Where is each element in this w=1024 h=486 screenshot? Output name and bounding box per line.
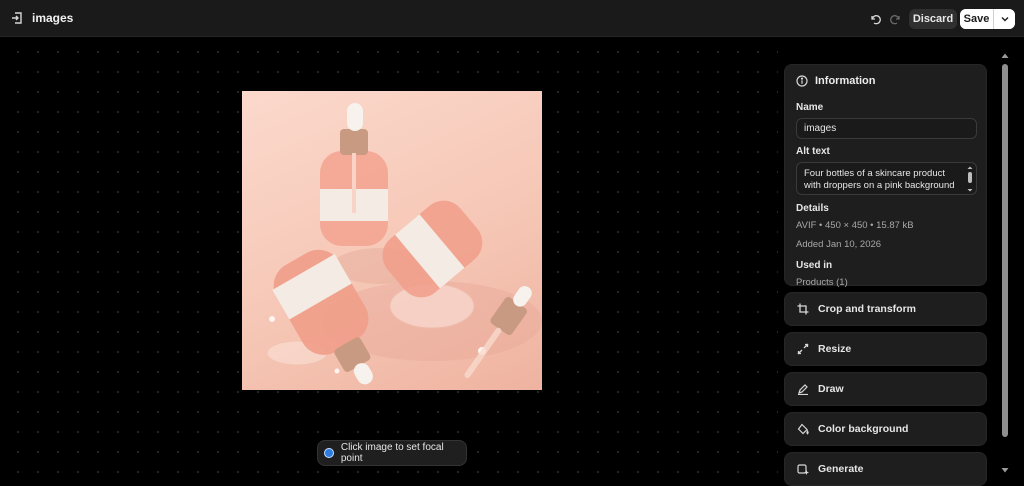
discard-button[interactable]: Discard <box>909 9 957 29</box>
information-header[interactable]: Information <box>796 75 975 87</box>
focal-point-hint[interactable]: Click image to set focal point <box>317 440 467 466</box>
skincare-bottles-illustration <box>266 103 542 385</box>
save-button[interactable]: Save <box>960 9 994 29</box>
information-heading: Information <box>815 75 876 87</box>
save-button-group: Save <box>960 9 1015 29</box>
alt-text-input[interactable]: Four bottles of a skincare product with … <box>796 162 977 195</box>
tool-label: Draw <box>818 383 844 395</box>
tool-label: Generate <box>818 463 864 475</box>
page-title: images <box>32 11 74 25</box>
alt-text-scrollbar[interactable] <box>967 166 973 192</box>
used-in-value: Products (1) <box>796 277 848 288</box>
redo-icon <box>890 13 902 25</box>
side-panel: Information Name Alt text Four bottles o… <box>784 64 987 486</box>
chevron-down-icon <box>1000 14 1010 24</box>
tool-color-background[interactable]: Color background <box>784 412 987 446</box>
exit-button[interactable] <box>8 9 26 27</box>
exit-icon <box>10 11 24 25</box>
product-image[interactable] <box>242 91 542 390</box>
tool-generate[interactable]: Generate <box>784 452 987 486</box>
scroll-down-arrow-icon[interactable] <box>1001 466 1009 474</box>
details-label: Details <box>796 203 829 214</box>
tool-crop-and-transform[interactable]: Crop and transform <box>784 292 987 326</box>
crop-icon <box>797 303 809 315</box>
added-date: Added Jan 10, 2026 <box>796 239 882 250</box>
save-options-button[interactable] <box>994 9 1015 29</box>
tool-draw[interactable]: Draw <box>784 372 987 406</box>
tool-label: Resize <box>818 343 852 355</box>
scroll-thumb[interactable] <box>1002 64 1008 437</box>
name-input[interactable] <box>796 118 977 139</box>
scroll-up-arrow-icon[interactable] <box>1001 52 1009 60</box>
focal-point-hint-text: Click image to set focal point <box>340 442 444 464</box>
paint-bucket-icon <box>797 423 809 435</box>
image-editor: images Discard Save Click image to set f… <box>0 0 1024 486</box>
draw-icon <box>797 383 809 395</box>
resize-icon <box>797 343 809 355</box>
alt-text-value: Four bottles of a skincare product with … <box>804 168 955 191</box>
used-in-label: Used in <box>796 260 833 271</box>
tool-label: Color background <box>818 423 909 435</box>
information-card: Information Name Alt text Four bottles o… <box>784 64 987 288</box>
info-icon <box>796 75 808 87</box>
panel-scrollbar[interactable] <box>998 50 1012 476</box>
redo-button[interactable] <box>886 9 906 29</box>
name-label: Name <box>796 102 824 113</box>
top-bar: images Discard Save <box>0 0 1024 37</box>
undo-button[interactable] <box>865 9 885 29</box>
details-value: AVIF • 450 × 450 • 15.87 kB <box>796 220 914 231</box>
tool-resize[interactable]: Resize <box>784 332 987 366</box>
tool-label: Crop and transform <box>818 303 917 315</box>
focal-point-dot-icon <box>324 448 334 458</box>
generate-icon <box>797 463 809 475</box>
undo-icon <box>869 13 881 25</box>
editor-canvas: Click image to set focal point <box>0 38 778 486</box>
alt-text-label: Alt text <box>796 146 830 157</box>
